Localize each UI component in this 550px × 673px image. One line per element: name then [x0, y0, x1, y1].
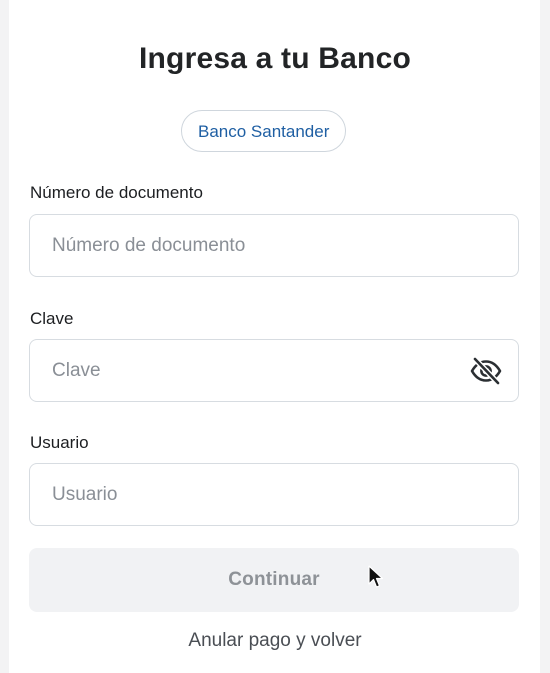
- selected-bank-chip[interactable]: Banco Santander: [181, 110, 347, 152]
- document-field-wrapper: [29, 214, 519, 277]
- continue-button[interactable]: Continuar: [29, 548, 519, 612]
- document-label: Número de documento: [30, 183, 203, 202]
- password-input[interactable]: [30, 340, 518, 401]
- login-card: Ingresa a tu Banco Banco Santander Númer…: [9, 0, 540, 673]
- eye-off-icon: [470, 356, 502, 386]
- password-field-wrapper: [29, 339, 519, 402]
- password-label: Clave: [30, 309, 74, 328]
- cancel-payment-link[interactable]: Anular pago y volver: [0, 630, 550, 652]
- page-title: Ingresa a tu Banco: [138, 42, 411, 75]
- document-input[interactable]: [30, 215, 518, 276]
- user-label: Usuario: [30, 433, 89, 452]
- toggle-password-visibility-button[interactable]: [468, 354, 504, 388]
- mouse-pointer-icon: [368, 565, 384, 588]
- user-field-wrapper: [29, 463, 519, 526]
- user-input[interactable]: [30, 464, 518, 525]
